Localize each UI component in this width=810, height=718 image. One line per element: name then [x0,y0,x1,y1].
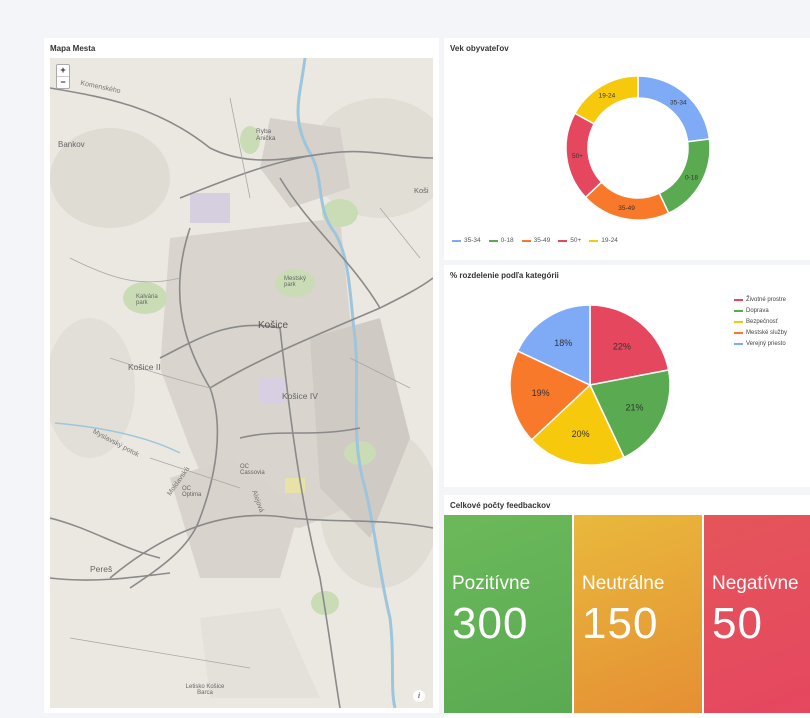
feedback-positive-label: Pozitívne [452,573,531,594]
category-legend-label: Verejný priesto [746,341,786,347]
category-legend-swatch [734,310,743,312]
age-legend-swatch [521,239,531,242]
category-chart-panel: % rozdelenie podľa kategórii 22% 21% 20% 19… [444,265,810,487]
age-chart-legend: 35-34 0-18 35-49 50+ 19-24 [452,237,618,244]
feedback-negative-label: Negatívne [712,573,799,594]
age-donut-chart: 35-34 0-18 35-49 50+ 19-24 [565,75,711,221]
category-legend-label: Mestské služby [746,330,788,336]
age-legend-label: 0-18 [500,237,514,244]
category-legend-item-bezpe-nos[interactable]: Bezpečnosť [734,319,787,325]
map-label-peres: Pereš [90,564,113,574]
category-chart-legend: Životné prostre Doprava Bezpečnosť Mestské … [734,297,787,352]
category-legend-item-verejn-priesto[interactable]: Verejný priesto [734,341,787,347]
category-legend-label: Bezpečnosť [746,319,778,325]
age-slice-35-49[interactable] [584,181,670,221]
category-legend-swatch [734,332,743,334]
feedback-card-positive: Pozitívne 300 [444,515,572,713]
feedback-panel: Celkové počty feedbackov Pozitívne 300 N… [444,495,810,718]
zoom-in-button[interactable]: + [57,65,69,76]
feedback-card-neutral: Neutrálne 150 [574,515,702,713]
map-title: Mapa Mesta [50,44,96,53]
map-label-district-iv: Košice IV [282,391,318,401]
age-label-35-34: 35-34 [670,99,687,106]
map-zoom-control: + − [56,64,70,89]
category-label-doprava: 21% [626,403,644,413]
age-legend-label: 35-34 [464,237,481,244]
map-label-mestsky-park: Mestský park [284,276,307,288]
category-legend-label: Doprava [746,308,769,314]
map-label-ryba: Ryba Anička [256,128,276,142]
city-map[interactable]: + − Bankov Košice Košice IV Košice II Pe… [50,58,433,708]
map-label-district-ii: Košice II [128,362,161,372]
age-label-19-24: 19-24 [599,93,616,100]
age-label-50: 50+ [572,153,583,160]
category-legend-item-doprava[interactable]: Doprava [734,308,787,314]
map-panel: Mapa Mesta + − Bankov Košice Košice IV K… [44,38,439,713]
map-label-oc: OC Cassovia [240,464,265,476]
age-legend-item-35-49[interactable]: 35-49 [521,237,551,244]
zoom-out-button[interactable]: − [57,76,69,88]
map-label-kalvaria: Kalvária park [136,294,158,306]
age-legend-swatch [558,239,568,242]
category-legend-swatch [734,343,743,345]
category-legend-swatch [734,299,743,301]
category-legend-swatch [734,321,743,323]
age-legend-label: 50+ [570,237,582,244]
map-info-button[interactable]: i [413,690,425,702]
feedback-positive-value: 300 [452,599,529,648]
map-label-city: Košice [258,320,289,331]
category-legend-label: Životné prostre [746,297,787,303]
age-legend-item-19-24[interactable]: 19-24 [589,237,618,244]
category-label-ivotn-prostre: 22% [613,341,631,351]
map-label-bankov: Bankov [58,140,85,149]
age-chart-panel: Vek obyvateľov 35-34 0-18 35-49 50+ 19-24 35… [444,38,810,260]
map-label-optima: OC Optima [182,486,202,498]
category-label-verejn-priesto: 18% [554,338,572,348]
age-label-0-18: 0-18 [685,175,698,182]
feedback-neutral-label: Neutrálne [582,573,665,594]
age-legend-swatch [452,239,461,242]
category-legend-item-mestsk-slu-by[interactable]: Mestské služby [734,330,787,336]
age-slice-35-34[interactable] [637,75,711,143]
age-legend-item-50[interactable]: 50+ [558,237,581,244]
map-tiles [50,58,433,708]
category-label-bezpe-nos: 20% [572,429,590,439]
age-legend-swatch [589,239,599,242]
age-label-35-49: 35-49 [618,205,635,212]
age-legend-label: 19-24 [601,237,618,244]
feedback-card-negative: Negatívne 50 [704,515,810,713]
age-legend-swatch [488,239,498,242]
age-legend-label: 35-49 [533,237,551,244]
age-legend-item-0-18[interactable]: 0-18 [488,237,514,244]
feedback-title: Celkové počty feedbackov [450,501,551,510]
map-label-letisko: Letisko Košice Barca [185,684,225,696]
feedback-neutral-value: 150 [582,599,659,648]
category-label-mestsk-slu-by: 19% [532,388,550,398]
feedback-negative-value: 50 [712,599,763,648]
age-legend-item-35-34[interactable]: 35-34 [452,237,481,244]
map-label-kosice-right: Koši [414,186,429,195]
category-pie-chart: 22% 21% 20% 19% 18% [509,304,671,466]
age-slice-19-24[interactable] [573,75,639,125]
category-legend-item-ivotn-prostre[interactable]: Životné prostre [734,297,787,303]
